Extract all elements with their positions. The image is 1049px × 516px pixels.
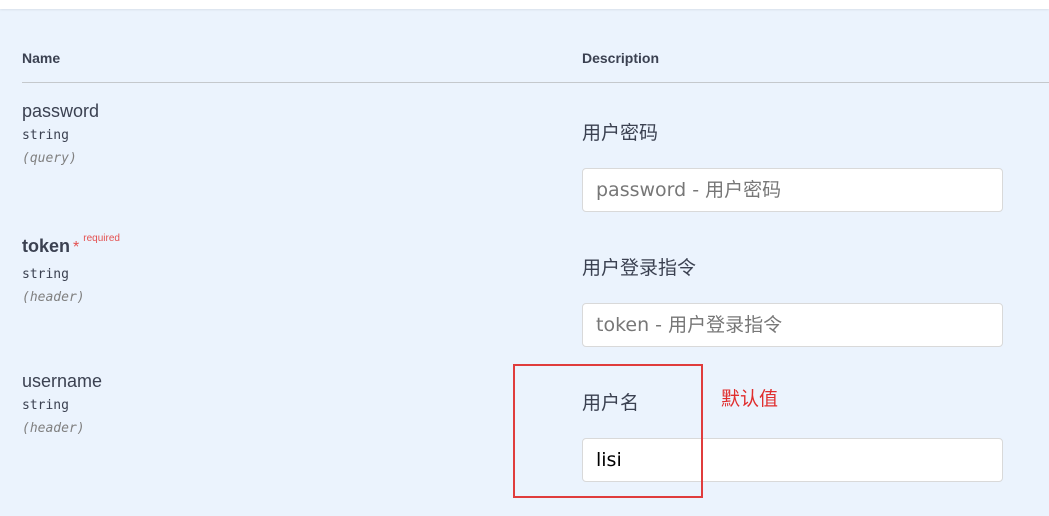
header-divider: [22, 82, 1049, 83]
column-header-description: Description: [582, 50, 660, 66]
param-location: (query): [22, 151, 77, 166]
param-username-meta: username string (header): [22, 370, 102, 438]
param-token-meta: token *required string (header): [22, 233, 120, 307]
required-marker: *: [73, 239, 80, 256]
param-type: string: [22, 128, 69, 143]
param-name: token *required: [22, 233, 120, 261]
top-strip: [0, 0, 1049, 9]
param-description: 用户登录指令: [582, 257, 697, 279]
param-password-meta: password string (query): [22, 100, 99, 168]
param-description: 用户名: [582, 392, 640, 414]
param-name: password: [22, 101, 100, 121]
param-location: (header): [22, 421, 85, 436]
token-input[interactable]: [582, 303, 1003, 347]
param-name: username: [22, 371, 103, 391]
username-input[interactable]: [582, 438, 1003, 482]
param-description: 用户密码: [582, 122, 659, 144]
param-location: (header): [22, 290, 85, 305]
password-input[interactable]: [582, 168, 1003, 212]
param-type: string: [22, 398, 69, 413]
param-type: string: [22, 267, 69, 282]
column-header-name: Name: [22, 50, 61, 66]
required-label: required: [83, 233, 120, 244]
param-name-text: token: [22, 236, 71, 256]
annotation-label: 默认值: [721, 388, 779, 410]
